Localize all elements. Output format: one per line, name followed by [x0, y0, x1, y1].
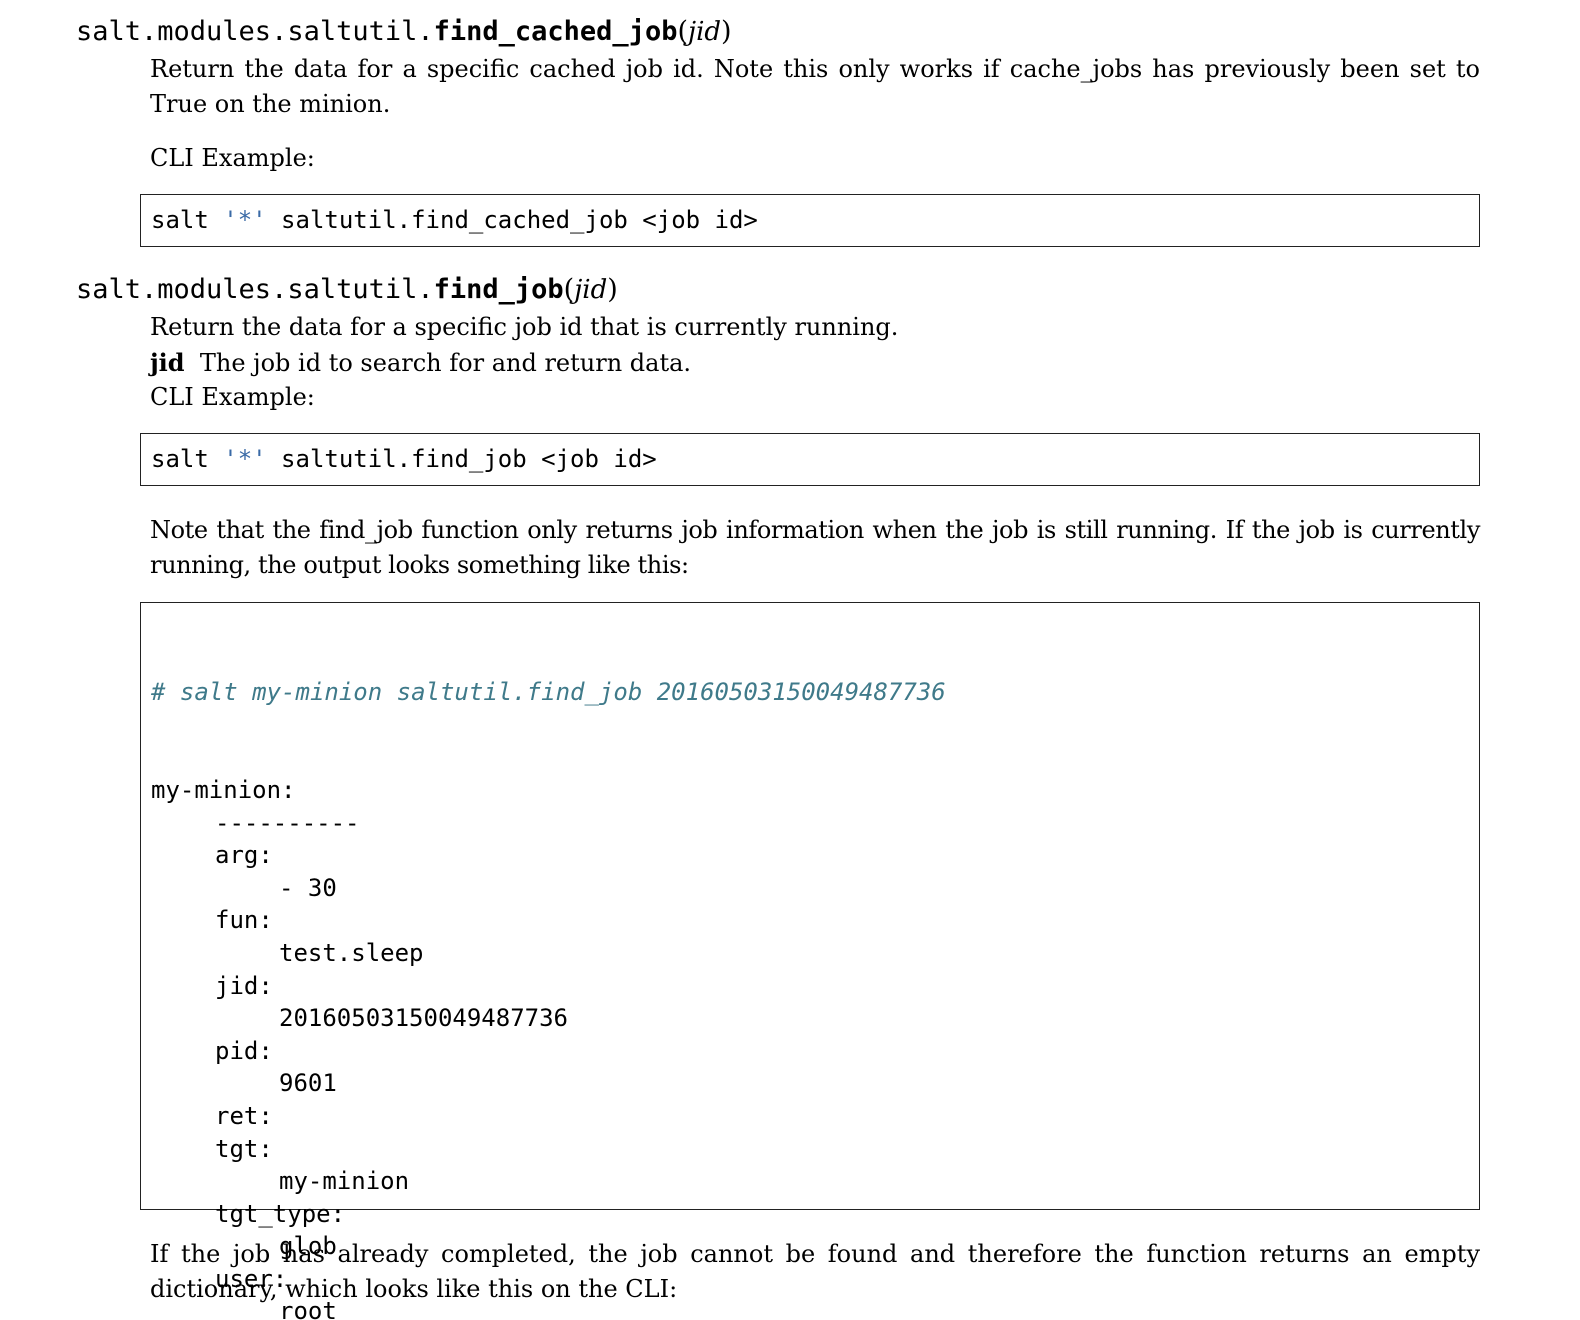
function-signature-find-cached-job: salt.modules.saltutil.find_cached_job(ji… — [76, 16, 732, 47]
code-line: - 30 — [279, 873, 337, 902]
parameter-name: jid — [150, 348, 185, 377]
description-find-cached-job: Return the data for a specific cached jo… — [150, 55, 1480, 118]
function-parameter: jid — [688, 17, 722, 47]
module-path: salt.modules.saltutil. — [76, 274, 434, 305]
code-line: arg: — [215, 841, 273, 870]
code-line: pid: — [215, 1036, 273, 1065]
description-find-job: Return the data for a specific job id th… — [150, 313, 899, 341]
parameter-text: The job id to search for and return data… — [199, 349, 692, 377]
code-line: tgt: — [215, 1134, 273, 1163]
code-line: my-minion — [279, 1167, 410, 1196]
output-code-block: # salt my-minion saltutil.find_job 20160… — [140, 602, 1480, 1320]
code-comment: # salt my-minion saltutil.find_job 20160… — [151, 678, 946, 707]
cli-example-label: CLI Example: — [150, 144, 315, 172]
function-name: find_cached_job — [433, 16, 678, 47]
function-name: find_job — [433, 274, 564, 305]
code-line: jid: — [215, 971, 273, 1000]
code-line: 20160503150049487736 — [279, 1004, 568, 1033]
code-block-find-cached-job: salt '*' saltutil.find_cached_job <job i… — [140, 194, 1480, 247]
note-paragraph: Note that the find_job function only ret… — [150, 516, 1480, 579]
code-line: ret: — [215, 1101, 273, 1130]
code-line: 9601 — [279, 1069, 337, 1098]
function-parameter: jid — [574, 275, 608, 305]
code-line: fun: — [215, 906, 273, 935]
code-block-find-job: salt '*' saltutil.find_job <job id> — [140, 433, 1480, 486]
code-line: ---------- — [215, 808, 360, 837]
parameter-description: jid The job id to search for and return … — [150, 345, 1480, 381]
code-line: my-minion: — [151, 775, 296, 804]
function-signature-find-job: salt.modules.saltutil.find_job(jid) — [76, 274, 618, 305]
code-line: tgt_type: — [215, 1199, 346, 1228]
code-line: test.sleep — [279, 938, 424, 967]
module-path: salt.modules.saltutil. — [76, 16, 434, 47]
cli-example-label: CLI Example: — [150, 383, 315, 411]
footer-paragraph: If the job has already completed, the jo… — [150, 1240, 1480, 1303]
